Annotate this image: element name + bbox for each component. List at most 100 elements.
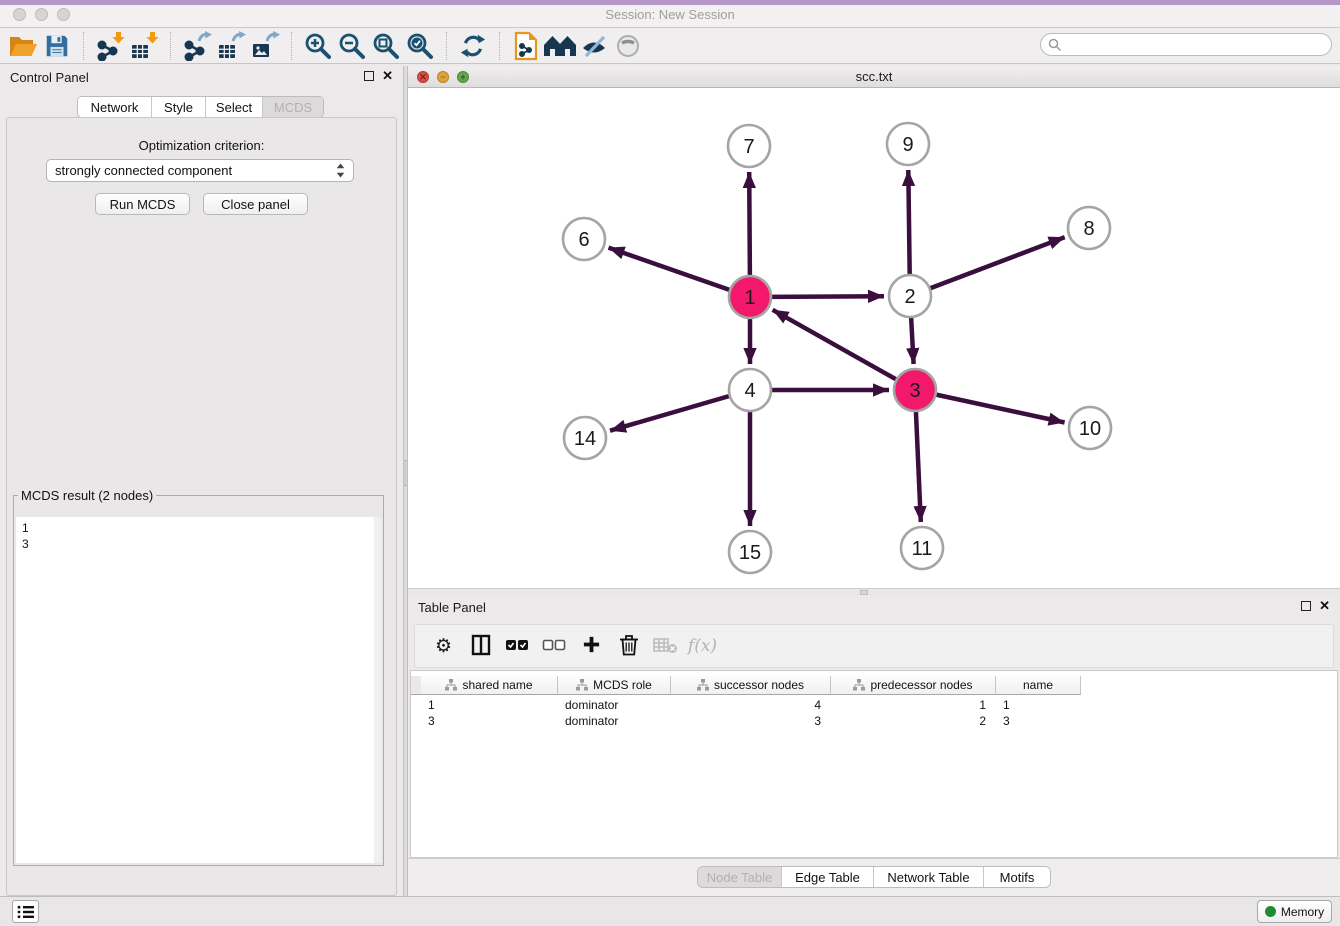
refresh-icon xyxy=(459,32,487,60)
close-panel-icon[interactable]: ✕ xyxy=(382,70,393,82)
zoom-out-button[interactable] xyxy=(335,30,369,62)
tab-motifs[interactable]: Motifs xyxy=(984,867,1050,887)
status-bar: Memory xyxy=(0,896,1340,926)
tab-edge-table[interactable]: Edge Table xyxy=(782,867,874,887)
column-header-name[interactable]: name xyxy=(996,676,1081,695)
toolbar-separator xyxy=(499,32,500,60)
show-eye-button[interactable] xyxy=(611,30,645,62)
column-type-icon xyxy=(445,679,457,691)
table-cell: 2 xyxy=(831,713,996,729)
import-table-button[interactable] xyxy=(127,30,161,62)
toolbar-separator xyxy=(446,32,447,60)
tab-network[interactable]: Network xyxy=(78,97,152,117)
mcds-result-item: 3 xyxy=(22,536,381,552)
table-cell: 3 xyxy=(421,713,558,729)
run-mcds-button[interactable]: Run MCDS xyxy=(95,193,190,215)
add-row-icon xyxy=(582,635,601,657)
graph-node-3[interactable]: 3 xyxy=(894,369,936,411)
tab-node-table[interactable]: Node Table xyxy=(698,867,782,887)
close-panel-button[interactable]: Close panel xyxy=(203,193,308,215)
task-history-button[interactable] xyxy=(12,900,39,923)
svg-text:15: 15 xyxy=(739,542,761,564)
delete-row-button[interactable] xyxy=(610,628,647,664)
graph-node-10[interactable]: 10 xyxy=(1069,407,1111,449)
graph-node-8[interactable]: 8 xyxy=(1068,207,1110,249)
hide-eye-button[interactable] xyxy=(577,30,611,62)
gear-icon: ⚙ xyxy=(435,637,452,656)
select-all-button[interactable] xyxy=(499,628,536,664)
table-float-icon[interactable] xyxy=(1301,601,1311,611)
table-close-icon[interactable]: ✕ xyxy=(1319,600,1330,612)
graph-node-4[interactable]: 4 xyxy=(729,369,771,411)
export-network-button[interactable] xyxy=(180,30,214,62)
graph-node-6[interactable]: 6 xyxy=(563,218,605,260)
columns-button[interactable] xyxy=(462,628,499,664)
refresh-button[interactable] xyxy=(456,30,490,62)
column-header-shared-name[interactable]: shared name xyxy=(421,676,558,695)
graph-node-15[interactable]: 15 xyxy=(729,531,771,573)
deselect-all-button[interactable] xyxy=(536,628,573,664)
row-gutter xyxy=(411,676,421,695)
memory-button[interactable]: Memory xyxy=(1257,900,1332,923)
criterion-dropdown[interactable]: strongly connected component xyxy=(46,159,354,182)
column-header-predecessor-nodes[interactable]: predecessor nodes xyxy=(831,676,996,695)
splitter-handle[interactable] xyxy=(404,460,407,486)
graph-node-9[interactable]: 9 xyxy=(887,123,929,165)
svg-text:11: 11 xyxy=(912,538,933,560)
table-row[interactable]: 1dominator411 xyxy=(411,697,1081,713)
search-input[interactable] xyxy=(1062,36,1331,54)
network-file-button[interactable] xyxy=(509,30,543,62)
svg-text:10: 10 xyxy=(1079,418,1101,440)
control-panel-body: Optimization criterion: strongly connect… xyxy=(6,117,397,896)
column-header-MCDS-role[interactable]: MCDS role xyxy=(558,676,671,695)
svg-text:7: 7 xyxy=(743,136,754,158)
export-table-button[interactable] xyxy=(214,30,248,62)
svg-text:9: 9 xyxy=(902,134,913,156)
save-button[interactable] xyxy=(40,30,74,62)
mcds-result-list[interactable]: 13 xyxy=(16,517,381,863)
import-network-button[interactable] xyxy=(93,30,127,62)
graph-node-2[interactable]: 2 xyxy=(889,275,931,317)
column-header-successor-nodes[interactable]: successor nodes xyxy=(671,676,831,695)
graph-node-11[interactable]: 11 xyxy=(901,527,943,569)
svg-text:2: 2 xyxy=(904,286,915,308)
delete-table-icon xyxy=(653,636,678,657)
network-table-splitter[interactable] xyxy=(408,588,1340,596)
function-button: f(x) xyxy=(684,628,721,664)
zoom-selected-button[interactable] xyxy=(403,30,437,62)
float-panel-icon[interactable] xyxy=(364,71,374,81)
tab-style[interactable]: Style xyxy=(152,97,206,117)
function-icon: f(x) xyxy=(688,636,717,656)
tab-mcds[interactable]: MCDS xyxy=(263,97,323,117)
app-titlebar: Session: New Session xyxy=(0,0,1340,28)
home-button[interactable] xyxy=(543,30,577,62)
hsplitter-handle[interactable] xyxy=(860,590,868,595)
open-folder-button[interactable] xyxy=(6,30,40,62)
columns-icon xyxy=(470,634,492,659)
svg-text:1: 1 xyxy=(744,287,755,309)
gear-button[interactable]: ⚙ xyxy=(425,628,462,664)
network-window-titlebar: ✕ − + scc.txt xyxy=(408,66,1340,88)
toolbar-separator xyxy=(291,32,292,60)
network-canvas[interactable]: 7 9 6 8 1 2 4 3 14 10 15 11 xyxy=(408,88,1340,588)
tab-select[interactable]: Select xyxy=(206,97,263,117)
graph-node-14[interactable]: 14 xyxy=(564,417,606,459)
zoom-fit-button[interactable] xyxy=(369,30,403,62)
zoom-in-button[interactable] xyxy=(301,30,335,62)
result-scrollbar[interactable] xyxy=(374,517,381,863)
zoom-out-icon xyxy=(337,31,367,61)
tab-network-table[interactable]: Network Table xyxy=(874,867,984,887)
table-cell: 4 xyxy=(671,697,831,713)
table-cell: 3 xyxy=(671,713,831,729)
column-header-label: shared name xyxy=(462,678,532,692)
search-box[interactable] xyxy=(1040,33,1332,56)
deselect-all-icon xyxy=(542,637,567,656)
node-table[interactable]: shared name MCDS rolesuccessor nodesprede… xyxy=(410,670,1338,858)
toolbar-separator xyxy=(83,32,84,60)
add-row-button[interactable] xyxy=(573,628,610,664)
table-row[interactable]: 3dominator323 xyxy=(411,713,1081,729)
graph-node-7[interactable]: 7 xyxy=(728,125,770,167)
graph-node-1[interactable]: 1 xyxy=(729,276,771,318)
column-header-label: name xyxy=(1023,678,1053,692)
export-image-button[interactable] xyxy=(248,30,282,62)
